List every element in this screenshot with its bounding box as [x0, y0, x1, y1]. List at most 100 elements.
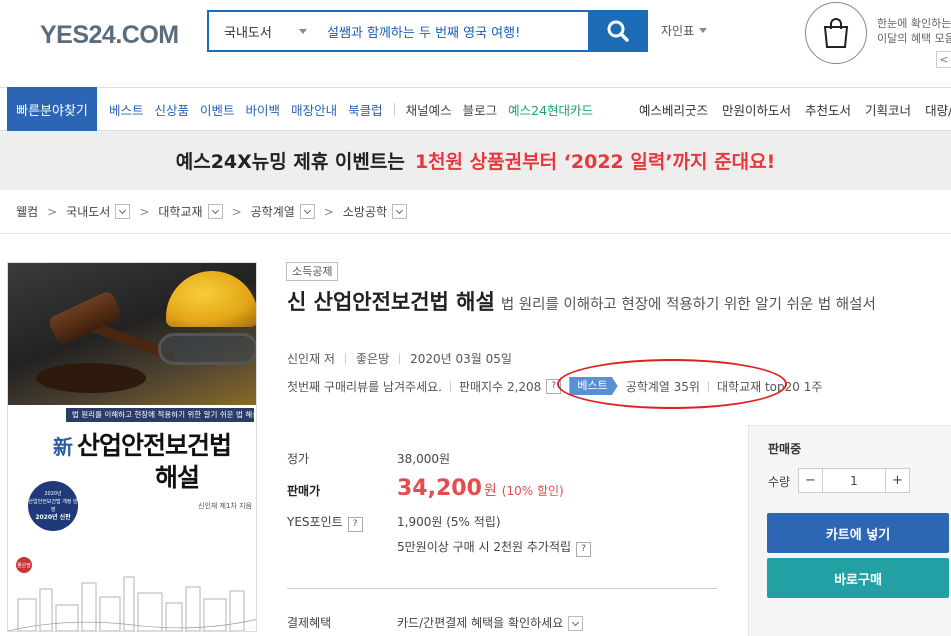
monthly-benefits-link[interactable]: 한눈에 확인하는 이달의 혜택 모음: [877, 16, 951, 46]
nav-item-under10k[interactable]: 만원이하도서: [722, 100, 791, 119]
meta-divider: [449, 380, 451, 392]
nav-item-new[interactable]: 신상품: [155, 100, 190, 119]
points-label-wrap: YES포인트?: [287, 513, 363, 532]
discount-rate: (10% 할인): [501, 484, 564, 498]
nav-item-bookclub[interactable]: 북클럽: [348, 100, 383, 119]
chevron-right-icon: >: [47, 204, 58, 219]
seal-text: 산업안전보건법 개정 반영: [28, 499, 78, 513]
chevron-down-icon: [572, 618, 580, 626]
payment-benefit[interactable]: 카드/간편결제 혜택을 확인하세요: [397, 614, 584, 631]
breadcrumb-dropdown[interactable]: [207, 204, 223, 219]
search-category-label: 국내도서: [224, 25, 272, 41]
cover-author: 신인재 제1차 지음: [198, 502, 252, 510]
cover-title-line1: 新 산업안전보건법: [53, 426, 232, 462]
nav-item-recommend[interactable]: 추천도서: [805, 100, 851, 119]
list-price-label: 정가: [287, 452, 310, 466]
banner-highlight: 1천원 상품권부터 ‘2022 일력’까지 준대요!: [414, 151, 776, 173]
chevron-right-icon: >: [323, 204, 334, 219]
nav-item-blog[interactable]: 블로그: [463, 100, 498, 119]
nav-item-buyback[interactable]: 바이백: [246, 100, 281, 119]
quantity-minus-button[interactable]: −: [798, 468, 823, 493]
sales-index: 판매지수 2,208: [458, 379, 542, 394]
quantity-input[interactable]: 1: [823, 468, 885, 493]
breadcrumb-item[interactable]: 국내도서: [66, 203, 110, 220]
nav-item-store[interactable]: 매장안내: [291, 100, 337, 119]
search-icon: [607, 20, 629, 42]
payment-label: 결제혜택: [287, 616, 332, 630]
promo-line: 이달의 혜택 모음: [877, 32, 951, 45]
publisher-link[interactable]: 좋은땅: [356, 350, 389, 367]
event-banner[interactable]: 예스24X뉴밍 제휴 이벤트는 1천원 상품권부터 ‘2022 일력’까지 준대…: [0, 131, 951, 190]
chevron-down-icon: [119, 206, 127, 214]
nav-item-event[interactable]: 이벤트: [200, 100, 235, 119]
index-dropdown[interactable]: 자인표: [661, 22, 708, 39]
payment-dropdown[interactable]: [568, 616, 584, 631]
author-link[interactable]: 신인재 저: [287, 350, 335, 367]
gavel-block-graphic: [36, 363, 146, 393]
main-nav: 빠른분야찾기 베스트 신상품 이벤트 바이백 매장안내 북클럽 채널예스 블로그…: [0, 87, 951, 132]
seal-text: 2020년: [44, 491, 62, 497]
meta-divider: [344, 353, 346, 364]
yes24-logo[interactable]: YES24.COM: [40, 10, 180, 60]
review-prompt-link[interactable]: 첫번째 구매리뷰를 남겨주세요.: [287, 378, 442, 395]
cover-seal: 2020년 산업안전보건법 개정 반영 2020년 신판: [28, 481, 78, 531]
quantity-plus-button[interactable]: +: [885, 468, 910, 493]
annotation-circle: [557, 359, 787, 409]
breadcrumb-home[interactable]: 웰컴: [16, 203, 38, 220]
seal-text: 2020년 신판: [35, 514, 71, 521]
search-bar: 국내도서: [207, 10, 648, 52]
extra-points-wrap: 5만원이상 구매 시 2천원 추가적립?: [397, 538, 592, 557]
nav-item-channel[interactable]: 채널예스: [406, 100, 452, 119]
help-icon[interactable]: ?: [347, 516, 363, 532]
chevron-down-icon: [303, 206, 311, 214]
nav-item-bulk[interactable]: 대량/법: [925, 100, 951, 119]
add-to-cart-button[interactable]: 카트에 넣기: [767, 513, 949, 553]
shopping-bag-icon: [823, 18, 849, 48]
cover-title-line2: 해설: [155, 463, 200, 492]
product-meta: 신인재 저 좋은땅 2020년 03월 05일: [287, 350, 512, 367]
nav-divider: [393, 102, 395, 116]
purchase-panel: 판매중 수량 − 1 + 카트에 넣기 바로구매: [748, 425, 951, 636]
chevron-right-icon: >: [231, 204, 242, 219]
cover-description: [16, 531, 251, 553]
publish-date: 2020년 03월 05일: [410, 352, 512, 366]
nav-item-special[interactable]: 기획코너: [865, 100, 911, 119]
buy-now-button[interactable]: 바로구매: [767, 558, 949, 598]
payment-text: 카드/간편결제 혜택을 확인하세요: [397, 616, 564, 630]
nav-item-best[interactable]: 베스트: [109, 100, 144, 119]
hardhat-graphic: [166, 271, 256, 327]
shopping-bag-button[interactable]: [805, 2, 867, 64]
nav-right-links: 예스베리굿즈 만원이하도서 추천도서 기획코너 대량/법: [639, 88, 951, 130]
cover-photo: [8, 263, 256, 405]
meta-divider: [399, 353, 401, 364]
sale-price: 34,200 원 (10% 할인): [397, 476, 564, 501]
chevron-down-icon: [299, 29, 307, 34]
search-button[interactable]: [588, 10, 648, 52]
breadcrumb-item[interactable]: 소방공학: [343, 203, 387, 220]
breadcrumb-dropdown[interactable]: [392, 204, 408, 219]
product-subtitle: 법 원리를 이해하고 현장에 적용하기 위한 알기 쉬운 법 해설서: [500, 297, 876, 313]
breadcrumb-dropdown[interactable]: [299, 204, 315, 219]
city-skyline-graphic: [8, 576, 256, 631]
nav-item-card[interactable]: 예스24현대카드: [508, 100, 593, 119]
book-cover-image[interactable]: 법 원리를 이해하고 현장에 적용하기 위한 알기 쉬운 법 해설서 新 산업안전…: [7, 262, 257, 632]
search-category-select[interactable]: 국내도서: [209, 12, 317, 50]
index-label: 자인표: [661, 24, 695, 38]
sale-price-value: 34,200: [397, 476, 482, 501]
sale-status: 판매중: [768, 442, 802, 456]
income-deduction-badge: 소득공제: [286, 262, 339, 281]
nav-item-goods[interactable]: 예스베리굿즈: [639, 100, 708, 119]
breadcrumb-dropdown[interactable]: [115, 204, 131, 219]
promo-line: 한눈에 확인하는: [877, 17, 951, 30]
nav-links: 베스트 신상품 이벤트 바이백 매장안내 북클럽 채널예스 블로그 예스24현대…: [109, 88, 604, 130]
help-icon[interactable]: ?: [576, 541, 592, 557]
search-input[interactable]: [317, 12, 588, 50]
prev-arrow-button[interactable]: <: [936, 51, 951, 68]
quick-category-button[interactable]: 빠른분야찾기: [7, 87, 97, 132]
product-title-text: 신 산업안전보건법 해설: [287, 290, 495, 314]
quantity-stepper: − 1 +: [798, 468, 910, 493]
breadcrumb-item[interactable]: 대학교재: [158, 203, 202, 220]
breadcrumb-item[interactable]: 공학계열: [251, 203, 295, 220]
extra-points-text: 5만원이상 구매 시 2천원 추가적립: [397, 540, 572, 554]
sale-price-unit: 원: [483, 483, 497, 499]
